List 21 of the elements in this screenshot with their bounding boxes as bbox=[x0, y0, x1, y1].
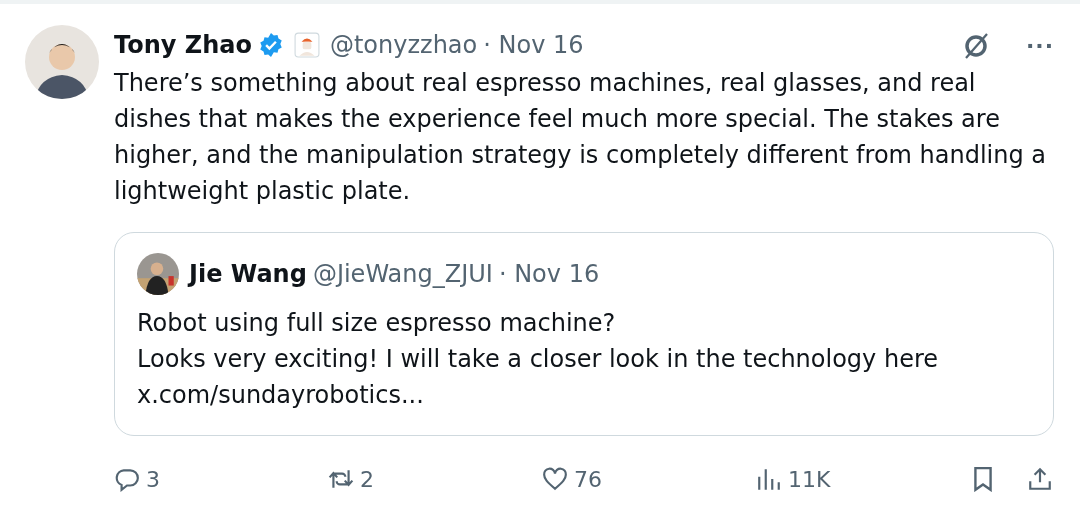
post-date[interactable]: · Nov 16 bbox=[483, 31, 584, 59]
quoted-post-date[interactable]: · Nov 16 bbox=[498, 260, 600, 288]
action-count: 76 bbox=[574, 466, 602, 492]
action-count: 2 bbox=[360, 466, 374, 492]
share-icon[interactable] bbox=[1027, 466, 1053, 492]
heart-icon[interactable] bbox=[542, 466, 568, 492]
quoted-post-card[interactable]: Jie Wang @JieWang_ZJUI · Nov 16 Robot using full size espresso machine? Looks very exciting! I will take a closer look in the technology here x.com/sundayrobotics... bbox=[114, 232, 1054, 436]
quoted-author-handle[interactable]: @JieWang_ZJUI bbox=[312, 260, 493, 288]
quoted-text-line: Looks very exciting! I will take a closer look in the technology here bbox=[137, 344, 939, 375]
quoted-text-line: Robot using full size espresso machine? bbox=[137, 308, 617, 339]
robot-icon bbox=[293, 32, 320, 58]
action-count: 3 bbox=[146, 466, 160, 492]
quoted-author-name[interactable]: Jie Wang bbox=[189, 260, 307, 288]
quoted-text-line: x.com/sundayrobotics... bbox=[137, 380, 425, 411]
tweet-text: There’s something about real espresso machines, real glasses, and real dishes that makes the experience feel much more special. The stakes are higher, and the manipulation strategy is completely different from handling a lightweight plastic plate. bbox=[114, 68, 1048, 207]
action-count: 11K bbox=[788, 466, 831, 492]
views-icon[interactable] bbox=[756, 466, 782, 492]
reply-icon[interactable] bbox=[114, 466, 140, 492]
author-name[interactable]: Tony Zhao bbox=[114, 31, 252, 59]
author-handle[interactable]: @tonyzzhao bbox=[329, 31, 478, 59]
more-button[interactable]: ··· bbox=[1025, 32, 1054, 58]
